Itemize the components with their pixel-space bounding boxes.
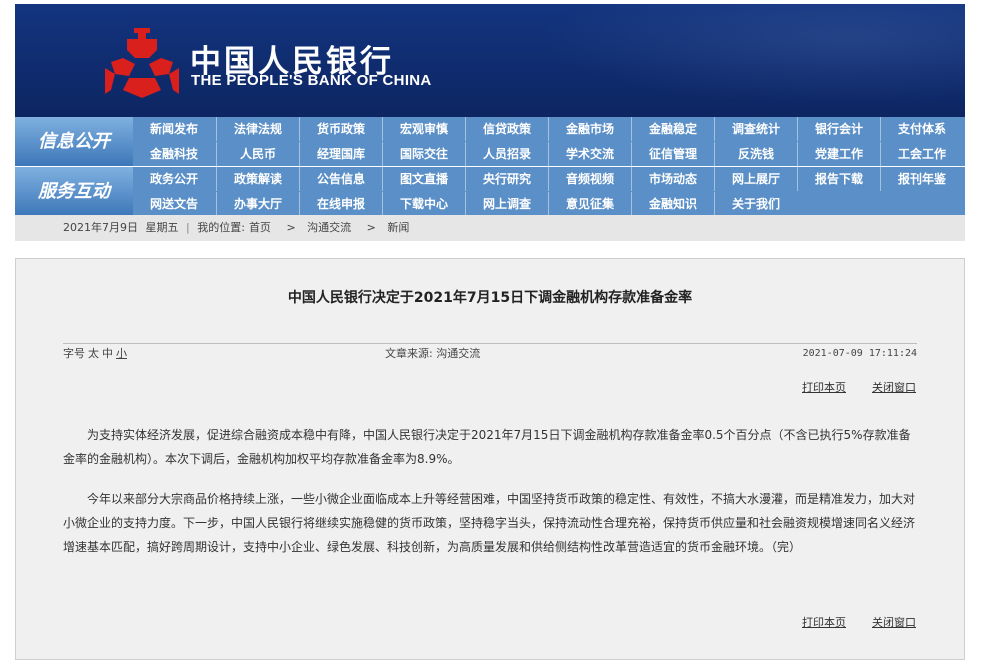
nav-item[interactable]: 货币政策 [299,117,382,141]
nav-item[interactable]: 在线申报 [299,192,382,216]
print-page-link[interactable]: 打印本页 [802,616,846,629]
article-actions-top: 打印本页 关闭窗口 [776,379,916,395]
breadcrumb-arrow: > [366,221,376,234]
nav-item[interactable]: 报刊年鉴 [880,167,963,191]
font-large-button[interactable]: 太 [88,347,99,360]
nav-item[interactable]: 调查统计 [714,117,797,141]
nav-item[interactable]: 征信管理 [631,142,714,166]
font-size-label: 字号 [63,347,85,360]
nav-item[interactable]: 反洗钱 [714,142,797,166]
breadcrumb-home-link[interactable]: 首页 [249,221,271,234]
nav-group-label-info: 信息公开 [15,117,133,166]
nav-items-info: 新闻发布 法律法规 货币政策 宏观审慎 信贷政策 金融市场 金融稳定 调查统计 … [133,117,965,166]
nav-item[interactable]: 金融知识 [631,192,714,216]
breadcrumb-date: 2021年7月9日 [63,221,138,234]
nav-item[interactable]: 图文直播 [382,167,465,191]
nav-item[interactable]: 报告下载 [797,167,880,191]
nav-item[interactable]: 金融稳定 [631,117,714,141]
nav-item[interactable]: 办事大厅 [216,192,299,216]
nav-item[interactable]: 网上调查 [465,192,548,216]
article-title: 中国人民银行决定于2021年7月15日下调金融机构存款准备金率 [287,290,693,306]
nav-item[interactable]: 公告信息 [299,167,382,191]
nav-item[interactable]: 新闻发布 [133,117,215,141]
nav-item[interactable]: 音频视频 [548,167,631,191]
nav-item[interactable]: 经理国库 [299,142,382,166]
nav-items-service: 政务公开 政策解读 公告信息 图文直播 央行研究 音频视频 市场动态 网上展厅 … [133,167,965,216]
nav-item[interactable]: 人员招录 [465,142,548,166]
nav-item[interactable]: 政务公开 [133,167,215,191]
pboc-logo-icon[interactable] [105,28,179,98]
breadcrumb: 2021年7月9日 星期五 | 我的位置: 首页 > 沟通交流 > 新闻 [15,215,965,241]
nav-item[interactable]: 学术交流 [548,142,631,166]
nav-group-service: 服务互动 政务公开 政策解读 公告信息 图文直播 央行研究 音频视频 市场动态 … [15,167,965,216]
nav-item[interactable]: 支付体系 [880,117,963,141]
nav-group-label-service: 服务互动 [15,167,133,216]
nav-group-info: 信息公开 新闻发布 法律法规 货币政策 宏观审慎 信贷政策 金融市场 金融稳定 … [15,117,965,166]
article-paragraph: 今年以来部分大宗商品价格持续上涨，一些小微企业面临成本上升等经营困难，中国坚持货… [63,492,916,554]
nav-item[interactable]: 工会工作 [880,142,963,166]
nav-item[interactable]: 宏观审慎 [382,117,465,141]
main-navigation: 信息公开 新闻发布 法律法规 货币政策 宏观审慎 信贷政策 金融市场 金融稳定 … [15,117,965,216]
nav-item[interactable]: 网送文告 [133,192,215,216]
nav-item[interactable]: 金融市场 [548,117,631,141]
close-window-link[interactable]: 关闭窗口 [872,381,916,394]
breadcrumb-arrow: > [286,221,296,234]
article-meta: 字号太中小 文章来源: 沟通交流 2021-07-09 17:11:24 [63,345,917,363]
print-page-link[interactable]: 打印本页 [802,381,846,394]
nav-item[interactable]: 下载中心 [382,192,465,216]
font-medium-button[interactable]: 中 [102,347,113,360]
nav-item[interactable]: 关于我们 [714,192,797,216]
nav-item[interactable]: 人民币 [216,142,299,166]
nav-item[interactable]: 意见征集 [548,192,631,216]
font-small-button[interactable]: 小 [116,347,127,360]
nav-item[interactable]: 法律法规 [216,117,299,141]
nav-item[interactable]: 国际交往 [382,142,465,166]
article-datetime: 2021-07-09 17:11:24 [802,348,917,359]
banner-wave [485,4,965,117]
site-banner: 中国人民银行 THE PEOPLE'S BANK OF CHINA [15,4,965,117]
nav-item[interactable]: 政策解读 [216,167,299,191]
close-window-link[interactable]: 关闭窗口 [872,616,916,629]
meta-divider [63,343,917,344]
nav-item[interactable]: 党建工作 [797,142,880,166]
article-source: 文章来源: 沟通交流 [385,347,481,360]
nav-item[interactable]: 市场动态 [631,167,714,191]
nav-item[interactable]: 银行会计 [797,117,880,141]
article-paragraph: 为支持实体经济发展，促进综合融资成本稳中有降，中国人民银行决定于2021年7月1… [63,428,911,466]
nav-item[interactable]: 信贷政策 [465,117,548,141]
nav-item[interactable]: 金融科技 [133,142,215,166]
article-actions-bottom: 打印本页 关闭窗口 [776,614,916,630]
nav-item[interactable]: 央行研究 [465,167,548,191]
breadcrumb-current: 新闻 [387,221,410,234]
breadcrumb-location-label: 我的位置: [197,221,245,234]
breadcrumb-divider: | [186,221,190,234]
nav-item[interactable]: 网上展厅 [714,167,797,191]
breadcrumb-weekday: 星期五 [145,221,179,234]
logo-title-en: THE PEOPLE'S BANK OF CHINA [191,72,432,89]
article-panel: 中国人民银行决定于2021年7月15日下调金融机构存款准备金率 字号太中小 文章… [15,258,965,660]
breadcrumb-section-link[interactable]: 沟通交流 [307,221,351,234]
font-size-controls: 字号太中小 [63,345,127,363]
